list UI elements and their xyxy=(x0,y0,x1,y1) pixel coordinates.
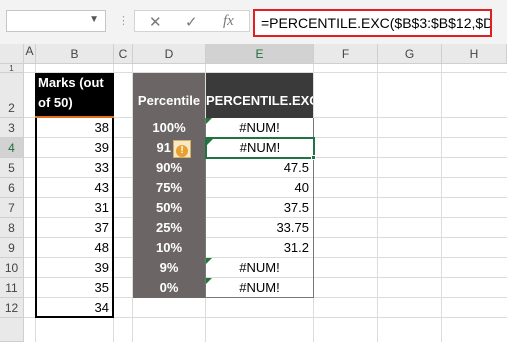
insert-function-icon[interactable]: fx xyxy=(223,13,234,30)
percentile-cell[interactable]: 9% xyxy=(133,258,205,278)
column-header-a[interactable]: A xyxy=(24,44,36,64)
row-header-9[interactable]: 9 xyxy=(0,238,24,258)
row-header-3[interactable]: 3 xyxy=(0,118,24,138)
result-cell[interactable]: 37.5 xyxy=(206,198,313,218)
marks-header[interactable]: Marks (out of 50) xyxy=(35,73,114,118)
row-header-5[interactable]: 5 xyxy=(0,158,24,178)
chevron-down-icon[interactable]: ▼ xyxy=(89,14,99,25)
marks-cell[interactable]: 35 xyxy=(36,278,113,298)
result-cell-active[interactable]: #NUM! xyxy=(205,137,315,159)
column-header-e[interactable]: E xyxy=(206,44,314,64)
column-header-b[interactable]: B xyxy=(36,44,114,64)
percentile-cell[interactable]: 0% xyxy=(133,278,205,298)
enter-icon[interactable]: ✓ xyxy=(185,13,198,31)
marks-cell[interactable]: 38 xyxy=(36,118,113,138)
percentile-cell[interactable]: 10% xyxy=(133,238,205,258)
percentile-cell[interactable]: 25% xyxy=(133,218,205,238)
fill-handle[interactable] xyxy=(311,155,316,160)
marks-cell[interactable]: 48 xyxy=(36,238,113,258)
marks-cell[interactable]: 31 xyxy=(36,198,113,218)
formula-input[interactable]: =PERCENTILE.EXC($B$3:$B$12,$D4) xyxy=(253,9,492,37)
marks-cell[interactable]: 39 xyxy=(36,258,113,278)
column-header-d[interactable]: D xyxy=(133,44,206,64)
error-triangle-icon xyxy=(206,278,212,284)
cancel-icon[interactable]: ✕ xyxy=(149,13,162,31)
marks-cell[interactable]: 39 xyxy=(36,138,113,158)
result-cell[interactable]: #NUM! xyxy=(206,118,313,138)
result-cell[interactable]: 40 xyxy=(206,178,313,198)
row-header-7[interactable]: 7 xyxy=(0,198,24,218)
percentile-cell[interactable]: 50% xyxy=(133,198,205,218)
error-triangle-icon xyxy=(206,118,212,124)
percentile-cell[interactable]: 90% xyxy=(133,158,205,178)
result-cell[interactable]: #NUM! xyxy=(206,258,313,278)
formula-buttons: ✕ ✓ fx xyxy=(134,10,250,32)
percentile-cell[interactable]: 100% xyxy=(133,118,205,138)
column-header-f[interactable]: F xyxy=(314,44,378,64)
marks-cell[interactable]: 43 xyxy=(36,178,113,198)
percentile-header[interactable]: Percentile xyxy=(133,73,205,118)
formula-bar-area: ▼ ⋮ ✕ ✓ fx =PERCENTILE.EXC($B$3:$B$12,$D… xyxy=(0,0,507,44)
row-header-11[interactable]: 11 xyxy=(0,278,24,298)
result-cell[interactable]: 33.75 xyxy=(206,218,313,238)
row-header-6[interactable]: 6 xyxy=(0,178,24,198)
warning-icon[interactable]: ! xyxy=(173,140,191,158)
row-header-13[interactable] xyxy=(0,318,24,342)
result-cell[interactable]: #NUM! xyxy=(206,278,313,298)
formula-bar-separator: ⋮ xyxy=(118,15,129,27)
result-header[interactable]: PERCENTILE.EXC xyxy=(206,73,313,118)
row-header-4[interactable]: 4 xyxy=(0,138,24,158)
row-header-2[interactable]: 2 xyxy=(0,73,24,118)
column-header-h[interactable]: H xyxy=(442,44,507,64)
row-header-10[interactable]: 10 xyxy=(0,258,24,278)
marks-cell[interactable]: 34 xyxy=(36,298,113,318)
error-triangle-icon xyxy=(206,258,212,264)
select-all-corner[interactable] xyxy=(0,44,24,64)
worksheet-grid[interactable]: A B C D E F G H 1 2 3 4 5 6 7 8 9 10 11 … xyxy=(0,44,507,342)
row-header-12[interactable]: 12 xyxy=(0,298,24,318)
marks-cell[interactable]: 33 xyxy=(36,158,113,178)
percentile-cell[interactable]: 91 xyxy=(133,138,173,158)
percentile-cell[interactable]: 75% xyxy=(133,178,205,198)
error-triangle-icon xyxy=(207,139,213,145)
result-cell[interactable]: 31.2 xyxy=(206,238,313,258)
result-cell[interactable]: 47.5 xyxy=(206,158,313,178)
row-header-8[interactable]: 8 xyxy=(0,218,24,238)
row-header-1[interactable]: 1 xyxy=(0,64,24,73)
column-header-g[interactable]: G xyxy=(378,44,442,64)
column-header-c[interactable]: C xyxy=(114,44,133,64)
name-box[interactable]: ▼ xyxy=(6,10,106,32)
marks-cell[interactable]: 37 xyxy=(36,218,113,238)
